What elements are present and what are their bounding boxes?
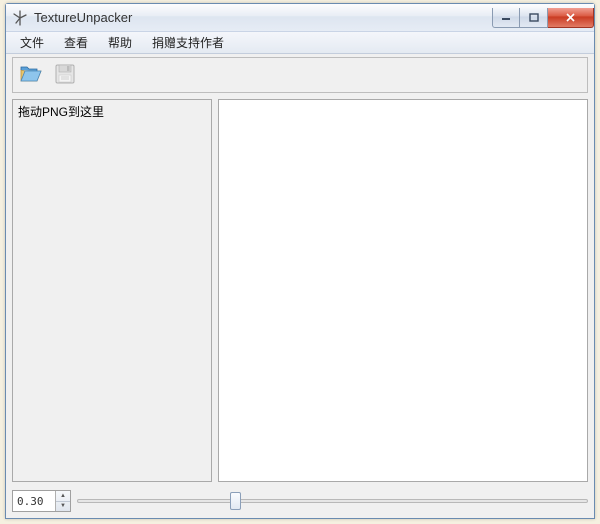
zoom-value-input[interactable] — [13, 491, 55, 511]
menu-file[interactable]: 文件 — [10, 32, 54, 53]
preview-canvas[interactable] — [218, 99, 588, 482]
spinner-down-button[interactable]: ▼ — [56, 502, 70, 512]
floppy-disk-icon — [54, 63, 76, 88]
zoom-slider[interactable] — [77, 490, 588, 512]
chevron-down-icon: ▼ — [60, 503, 66, 509]
maximize-button[interactable] — [520, 8, 548, 28]
slider-thumb[interactable] — [230, 492, 241, 510]
open-button[interactable] — [17, 61, 45, 89]
chevron-up-icon: ▲ — [60, 493, 66, 499]
slider-track — [77, 499, 588, 503]
spinner-up-button[interactable]: ▲ — [56, 491, 70, 502]
folder-open-icon — [19, 63, 43, 88]
content-area: 拖动PNG到这里 — [6, 93, 594, 488]
window-controls — [492, 8, 594, 28]
menu-view[interactable]: 查看 — [54, 32, 98, 53]
drop-hint-text: 拖动PNG到这里 — [18, 105, 104, 119]
close-button[interactable] — [548, 8, 594, 28]
titlebar[interactable]: TextureUnpacker — [6, 4, 594, 32]
zoom-spinner[interactable]: ▲ ▼ — [12, 490, 71, 512]
save-button[interactable] — [51, 61, 79, 89]
minimize-button[interactable] — [492, 8, 520, 28]
menu-donate[interactable]: 捐赠支持作者 — [142, 32, 234, 53]
toolbar — [12, 57, 588, 93]
menu-help[interactable]: 帮助 — [98, 32, 142, 53]
app-icon — [12, 10, 28, 26]
drop-zone[interactable]: 拖动PNG到这里 — [12, 99, 212, 482]
spinner-buttons: ▲ ▼ — [55, 491, 70, 511]
window-title: TextureUnpacker — [34, 10, 132, 25]
menubar: 文件 查看 帮助 捐赠支持作者 — [6, 32, 594, 54]
app-window: TextureUnpacker 文件 查看 帮助 捐赠支持作者 — [5, 3, 595, 519]
bottombar: ▲ ▼ — [6, 488, 594, 518]
